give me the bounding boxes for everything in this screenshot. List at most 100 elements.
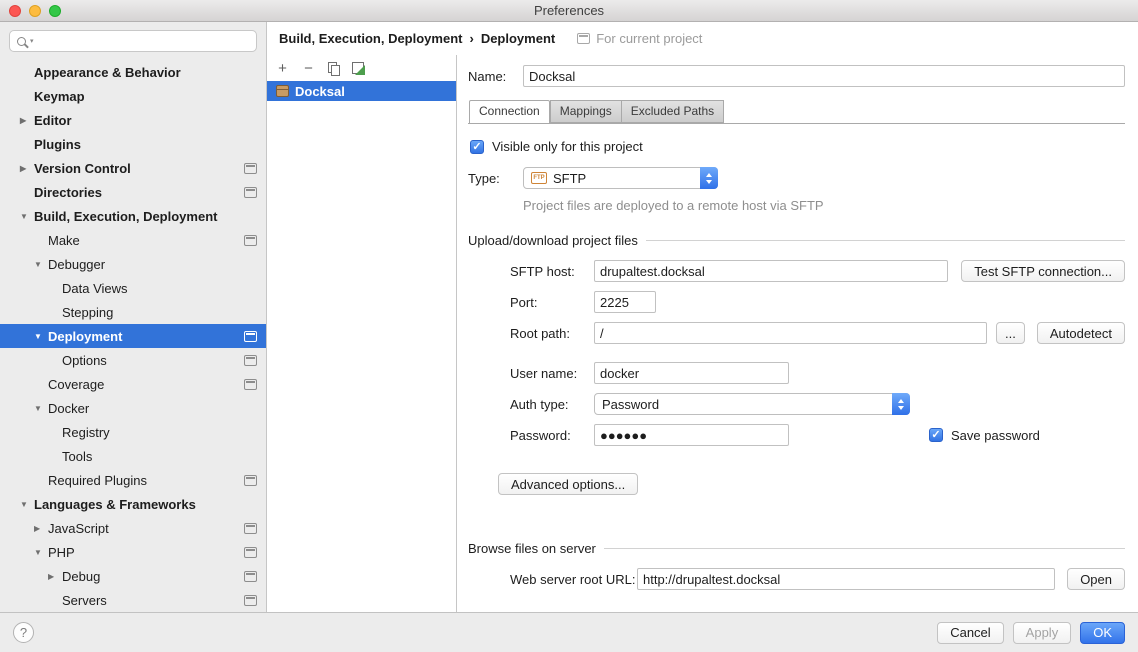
sidebar-item-directories[interactable]: Directories: [0, 180, 266, 204]
sidebar-item-javascript[interactable]: ▶JavaScript: [0, 516, 266, 540]
server-item-docksal[interactable]: Docksal: [267, 81, 456, 101]
help-button[interactable]: ?: [13, 622, 34, 643]
sidebar-item-data-views[interactable]: Data Views: [0, 276, 266, 300]
collapsed-arrow-icon[interactable]: ▶: [18, 164, 34, 173]
user-name-label: User name:: [510, 366, 594, 381]
name-input[interactable]: [523, 65, 1125, 87]
advanced-options-button[interactable]: Advanced options...: [498, 473, 638, 495]
type-dropdown[interactable]: FTP SFTP: [523, 167, 718, 189]
project-settings-icon: [244, 547, 257, 558]
type-row: Type: FTP SFTP: [468, 167, 1125, 189]
type-label: Type:: [468, 171, 523, 186]
sidebar-item-label: Build, Execution, Deployment: [34, 209, 257, 224]
expanded-arrow-icon[interactable]: ▼: [32, 548, 48, 557]
zoom-window-button[interactable]: [49, 5, 61, 17]
preferences-window: Preferences ▾ Appearance & BehaviorKeyma…: [0, 0, 1138, 652]
search-icon: [17, 37, 26, 46]
visible-only-checkbox[interactable]: [470, 140, 484, 154]
sidebar-item-registry[interactable]: Registry: [0, 420, 266, 444]
minimize-window-button[interactable]: [29, 5, 41, 17]
test-sftp-connection-button[interactable]: Test SFTP connection...: [961, 260, 1125, 282]
sftp-host-row: SFTP host: Test SFTP connection...: [510, 260, 1125, 282]
sidebar-item-label: Debug: [62, 569, 238, 584]
expanded-arrow-icon[interactable]: ▼: [32, 404, 48, 413]
for-current-project: For current project: [577, 31, 702, 46]
search-input[interactable]: [38, 34, 249, 48]
expanded-arrow-icon[interactable]: ▼: [18, 212, 34, 221]
sidebar-item-label: Coverage: [48, 377, 238, 392]
sftp-icon: FTP: [531, 172, 547, 184]
auth-type-dropdown[interactable]: Password: [594, 393, 910, 415]
save-password-checkbox[interactable]: [929, 428, 943, 442]
password-input[interactable]: [594, 424, 789, 446]
settings-search-field[interactable]: ▾: [9, 30, 257, 52]
sidebar-item-docker[interactable]: ▼Docker: [0, 396, 266, 420]
upload-section-title: Upload/download project files: [468, 233, 638, 248]
server-list-toolbar: + −: [267, 55, 456, 81]
server-list: Docksal: [267, 81, 456, 612]
sidebar-item-required-plugins[interactable]: Required Plugins: [0, 468, 266, 492]
apply-button[interactable]: Apply: [1013, 622, 1072, 644]
expanded-arrow-icon[interactable]: ▼: [18, 500, 34, 509]
web-root-label: Web server root URL:: [510, 572, 637, 587]
autodetect-button[interactable]: Autodetect: [1037, 322, 1125, 344]
sidebar-item-deployment[interactable]: ▼Deployment: [0, 324, 266, 348]
remove-server-icon[interactable]: −: [302, 61, 315, 76]
cancel-button[interactable]: Cancel: [937, 622, 1003, 644]
sidebar-item-make[interactable]: Make: [0, 228, 266, 252]
port-label: Port:: [510, 295, 594, 310]
sidebar-item-plugins[interactable]: Plugins: [0, 132, 266, 156]
sidebar-item-tools[interactable]: Tools: [0, 444, 266, 468]
root-path-label: Root path:: [510, 326, 594, 341]
collapsed-arrow-icon[interactable]: ▶: [18, 116, 34, 125]
traffic-lights: [9, 5, 61, 17]
open-url-button[interactable]: Open: [1067, 568, 1125, 590]
expanded-arrow-icon[interactable]: ▼: [32, 260, 48, 269]
root-path-input[interactable]: [594, 322, 987, 344]
section-divider: [646, 240, 1125, 241]
import-server-icon[interactable]: [352, 62, 364, 74]
server-item-label: Docksal: [295, 84, 345, 99]
sidebar-item-servers[interactable]: Servers: [0, 588, 266, 612]
type-help-text: Project files are deployed to a remote h…: [523, 198, 1125, 213]
sidebar-item-build-execution-deployment[interactable]: ▼Build, Execution, Deployment: [0, 204, 266, 228]
sidebar-item-debug[interactable]: ▶Debug: [0, 564, 266, 588]
sidebar-item-appearance-behavior[interactable]: Appearance & Behavior: [0, 60, 266, 84]
sidebar-item-label: Stepping: [62, 305, 257, 320]
sidebar-item-label: Docker: [48, 401, 257, 416]
web-root-input[interactable]: [637, 568, 1055, 590]
browse-root-path-button[interactable]: ...: [996, 322, 1025, 344]
current-project-icon: [577, 33, 590, 44]
sidebar-item-stepping[interactable]: Stepping: [0, 300, 266, 324]
sidebar-item-label: Required Plugins: [48, 473, 238, 488]
sidebar-item-label: Tools: [62, 449, 257, 464]
sidebar-item-label: Editor: [34, 113, 257, 128]
sidebar-item-editor[interactable]: ▶Editor: [0, 108, 266, 132]
browse-section-header: Browse files on server: [468, 541, 1125, 556]
sidebar-item-options[interactable]: Options: [0, 348, 266, 372]
collapsed-arrow-icon[interactable]: ▶: [32, 524, 48, 533]
sidebar-item-coverage[interactable]: Coverage: [0, 372, 266, 396]
duplicate-server-icon[interactable]: [328, 62, 339, 75]
ok-button[interactable]: OK: [1080, 622, 1125, 644]
sidebar-item-php[interactable]: ▼PHP: [0, 540, 266, 564]
sftp-host-input[interactable]: [594, 260, 948, 282]
sidebar-item-version-control[interactable]: ▶Version Control: [0, 156, 266, 180]
collapsed-arrow-icon[interactable]: ▶: [46, 572, 62, 581]
tab-excluded-paths[interactable]: Excluded Paths: [621, 100, 724, 123]
sidebar-item-debugger[interactable]: ▼Debugger: [0, 252, 266, 276]
add-server-icon[interactable]: +: [276, 61, 289, 76]
expanded-arrow-icon[interactable]: ▼: [32, 332, 48, 341]
close-window-button[interactable]: [9, 5, 21, 17]
deployment-settings-panel: Name: Connection Mappings Excluded Paths…: [457, 55, 1138, 612]
sidebar-item-keymap[interactable]: Keymap: [0, 84, 266, 108]
tab-mappings[interactable]: Mappings: [550, 100, 621, 123]
user-name-input[interactable]: [594, 362, 789, 384]
sidebar-item-languages-frameworks[interactable]: ▼Languages & Frameworks: [0, 492, 266, 516]
tab-connection[interactable]: Connection: [469, 100, 550, 124]
port-input[interactable]: [594, 291, 656, 313]
search-options-chevron-icon[interactable]: ▾: [30, 37, 34, 45]
sidebar-item-label: Appearance & Behavior: [34, 65, 257, 80]
breadcrumb-parent[interactable]: Build, Execution, Deployment: [279, 31, 462, 46]
project-settings-icon: [244, 235, 257, 246]
